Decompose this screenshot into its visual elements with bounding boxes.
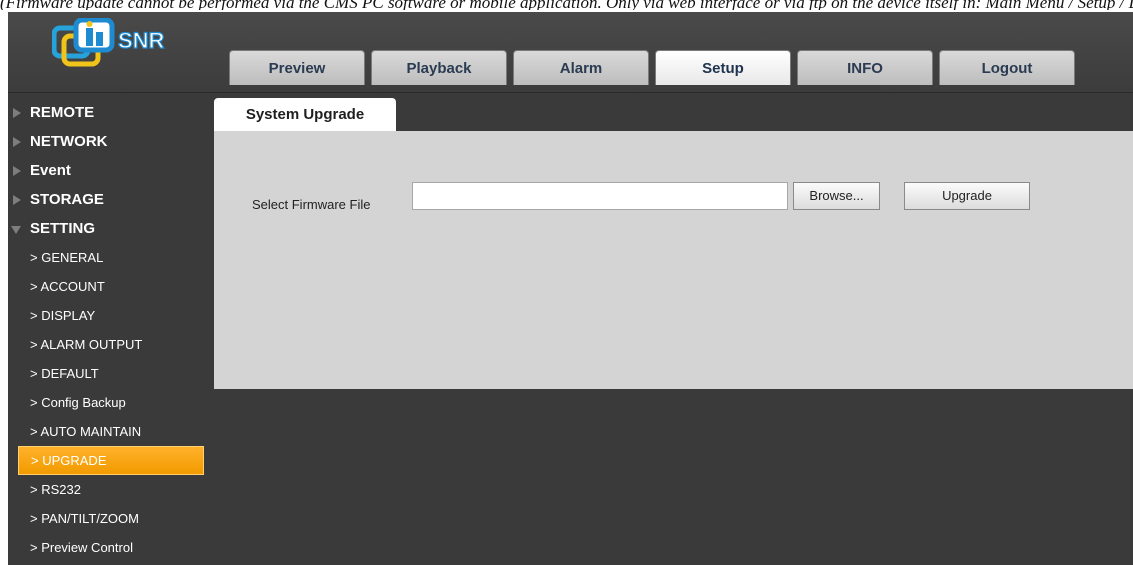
header-bar: SNR Preview Playback Alarm Setup INFO Lo…	[8, 12, 1133, 93]
content-tabbar: System Upgrade	[214, 98, 1133, 131]
logo-text: SNR	[118, 28, 165, 53]
sidebar-section-label: SETTING	[30, 220, 96, 237]
expand-arrow-icon	[13, 108, 21, 118]
sidebar-item-display[interactable]: > DISPLAY	[8, 301, 216, 330]
sidebar-section-storage[interactable]: STORAGE	[8, 185, 216, 214]
top-nav-tabs: Preview Playback Alarm Setup INFO Logout	[229, 50, 1075, 86]
sidebar-item-default[interactable]: > DEFAULT	[8, 359, 216, 388]
tab-playback[interactable]: Playback	[371, 50, 507, 85]
tab-system-upgrade[interactable]: System Upgrade	[214, 98, 396, 131]
sidebar-section-label: NETWORK	[30, 133, 108, 150]
sidebar-item-general[interactable]: > GENERAL	[8, 243, 216, 272]
sidebar-section-label: STORAGE	[30, 191, 104, 208]
page-caption: (Firmware update cannot be performed via…	[0, 0, 1133, 10]
sidebar-item-pan-tilt-zoom[interactable]: > PAN/TILT/ZOOM	[8, 504, 216, 533]
tab-logout[interactable]: Logout	[939, 50, 1075, 85]
sidebar-item-config-backup[interactable]: > Config Backup	[8, 388, 216, 417]
tab-preview[interactable]: Preview	[229, 50, 365, 85]
app-window: SNR Preview Playback Alarm Setup INFO Lo…	[8, 12, 1133, 565]
sidebar-section-remote[interactable]: REMOTE	[8, 98, 216, 127]
tab-alarm[interactable]: Alarm	[513, 50, 649, 85]
sidebar-section-label: REMOTE	[30, 104, 95, 121]
sidebar-item-account[interactable]: > ACCOUNT	[8, 272, 216, 301]
firmware-file-label: Select Firmware File	[252, 197, 371, 212]
expand-arrow-icon	[13, 137, 21, 147]
sidebar-section-setting[interactable]: SETTING	[8, 214, 216, 243]
sidebar: REMOTE NETWORK Event STORAGE SETTING > G…	[8, 98, 216, 565]
tab-info[interactable]: INFO	[797, 50, 933, 85]
upgrade-button[interactable]: Upgrade	[904, 182, 1030, 210]
expand-arrow-icon	[13, 195, 21, 205]
sidebar-item-upgrade[interactable]: > UPGRADE	[18, 446, 204, 475]
upgrade-panel: Select Firmware File Browse... Upgrade	[214, 131, 1133, 389]
snr-logo: SNR	[51, 17, 202, 72]
sidebar-item-alarm-output[interactable]: > ALARM OUTPUT	[8, 330, 216, 359]
firmware-file-input[interactable]	[412, 182, 788, 210]
collapse-arrow-icon	[11, 226, 21, 234]
tab-setup[interactable]: Setup	[655, 50, 791, 85]
browse-button[interactable]: Browse...	[793, 182, 880, 210]
sidebar-item-auto-maintain[interactable]: > AUTO MAINTAIN	[8, 417, 216, 446]
sidebar-section-event[interactable]: Event	[8, 156, 216, 185]
sidebar-item-preview-control[interactable]: > Preview Control	[8, 533, 216, 562]
expand-arrow-icon	[13, 166, 21, 176]
sidebar-item-rs232[interactable]: > RS232	[8, 475, 216, 504]
sidebar-section-label: Event	[30, 162, 71, 179]
sidebar-section-network[interactable]: NETWORK	[8, 127, 216, 156]
